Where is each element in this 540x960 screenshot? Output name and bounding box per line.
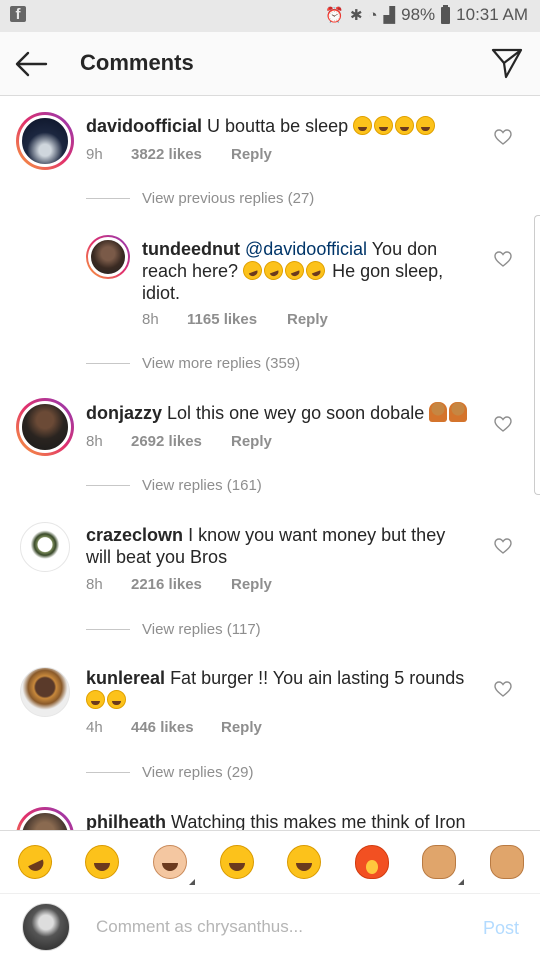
heart-icon[interactable]	[494, 129, 512, 145]
battery-percent: 98%	[401, 5, 436, 24]
post-button[interactable]: Post	[483, 918, 519, 939]
page-title: Comments	[80, 50, 194, 75]
view-replies-link[interactable]: View replies (29)	[86, 764, 253, 781]
person-bowing-emoji-icon[interactable]	[422, 845, 464, 885]
divider-line	[86, 485, 130, 486]
comment-likes[interactable]: 1165 likes	[187, 311, 287, 328]
comment-meta: 4h 446 likes Reply	[86, 719, 262, 736]
person-facepalming-emoji-icon[interactable]	[153, 845, 195, 885]
avatar[interactable]	[16, 807, 74, 830]
header: Comments	[0, 32, 540, 96]
comment-meta: 8h 2216 likes Reply	[86, 576, 272, 593]
view-replies-link[interactable]: View replies (117)	[86, 621, 261, 638]
facebook-notification-icon: f	[10, 6, 26, 23]
comment-username[interactable]: philheath	[86, 812, 166, 830]
comment-username[interactable]: crazeclown	[86, 525, 183, 545]
comment-time: 8h	[142, 311, 159, 328]
comment-text: Fat burger !! You ain lasting 5 rounds	[170, 668, 465, 688]
avatar[interactable]	[20, 522, 70, 572]
heart-icon[interactable]	[494, 251, 512, 267]
reply-button[interactable]: Reply	[231, 576, 272, 593]
comment-time: 8h	[86, 576, 103, 593]
comment-time: 9h	[86, 146, 103, 163]
person-bowing-emoji-icon	[429, 402, 469, 423]
avatar[interactable]	[16, 112, 74, 170]
comment-time: 4h	[86, 719, 103, 736]
avatar[interactable]	[86, 235, 130, 279]
avatar[interactable]	[16, 398, 74, 456]
alarm-icon: ⏰	[325, 7, 344, 24]
comment-username[interactable]: donjazzy	[86, 403, 162, 423]
heart-icon[interactable]	[494, 538, 512, 554]
bluetooth-icon: ✱	[349, 7, 363, 24]
comment-text: Lol this one wey go soon dobale	[167, 403, 425, 423]
comment-meta: 9h 3822 likes Reply	[86, 146, 272, 163]
view-replies-label: View replies (117)	[142, 621, 261, 638]
ok-hand-emoji-icon[interactable]	[490, 845, 524, 879]
status-icons: ⏰ ✱ ◔ ▟ 98% 10:31 AM	[325, 4, 528, 25]
scrollbar[interactable]	[534, 215, 540, 495]
grinning-emoji-icon[interactable]	[220, 845, 254, 879]
view-replies-label: View replies (161)	[142, 477, 262, 494]
view-replies-label: View more replies (359)	[142, 355, 301, 372]
divider-line	[86, 772, 130, 773]
wifi-icon: ◔	[368, 6, 378, 24]
comment-meta: 8h 1165 likes Reply	[142, 311, 328, 328]
view-more-replies-link[interactable]: View more replies (359)	[86, 355, 300, 372]
clock: 10:31 AM	[456, 5, 528, 24]
reply-button[interactable]: Reply	[287, 311, 328, 328]
comment-username[interactable]: kunlereal	[86, 668, 165, 688]
comment-likes[interactable]: 3822 likes	[131, 146, 231, 163]
direct-message-icon[interactable]	[490, 46, 524, 80]
divider-line	[86, 629, 130, 630]
view-replies-label: View replies (29)	[142, 764, 254, 781]
comment-composer: Post	[0, 895, 540, 960]
comment-username[interactable]: tundeednut	[142, 239, 240, 259]
rofl-emoji-icon	[240, 258, 328, 283]
comments-list[interactable]: davidoofficial U boutta be sleep 9h 3822…	[0, 97, 540, 830]
comment-time: 8h	[86, 433, 103, 450]
emoji-quick-bar	[0, 830, 540, 894]
comment-username[interactable]: davidoofficial	[86, 116, 202, 136]
mention-link[interactable]: @davidoofficial	[245, 239, 367, 259]
user-avatar	[22, 903, 70, 951]
comment-text: Watching this makes me think of Iron	[171, 812, 466, 830]
rofl-emoji-icon[interactable]	[12, 839, 58, 885]
comment-likes[interactable]: 2216 likes	[131, 576, 231, 593]
avatar[interactable]	[20, 667, 70, 717]
fire-emoji-icon[interactable]	[355, 845, 389, 879]
reply-button[interactable]: Reply	[231, 433, 272, 450]
comment-text: U boutta be sleep	[207, 116, 349, 136]
grinning-emoji-icon	[86, 690, 128, 710]
back-arrow-icon[interactable]	[14, 48, 48, 80]
view-replies-link[interactable]: View replies (161)	[86, 477, 262, 494]
comment-likes[interactable]: 2692 likes	[131, 433, 231, 450]
view-replies-label: View previous replies (27)	[142, 190, 315, 207]
heart-icon[interactable]	[494, 681, 512, 697]
reply-button[interactable]: Reply	[221, 719, 262, 736]
grinning-emoji-icon	[353, 116, 437, 136]
signal-icon: ▟	[383, 7, 396, 24]
comment-meta: 8h 2692 likes Reply	[86, 433, 272, 450]
divider-line	[86, 198, 130, 199]
status-bar: f ⏰ ✱ ◔ ▟ 98% 10:31 AM	[0, 0, 540, 32]
reply-button[interactable]: Reply	[231, 146, 272, 163]
battery-icon	[441, 4, 451, 24]
comment-input[interactable]	[96, 913, 456, 941]
view-replies-link[interactable]: View previous replies (27)	[86, 190, 314, 207]
heart-icon[interactable]	[494, 416, 512, 432]
divider-line	[86, 363, 130, 364]
comment-likes[interactable]: 446 likes	[131, 719, 221, 736]
tears-of-joy-emoji-icon[interactable]	[85, 845, 119, 879]
rolling-eyes-emoji-icon[interactable]	[287, 845, 321, 879]
